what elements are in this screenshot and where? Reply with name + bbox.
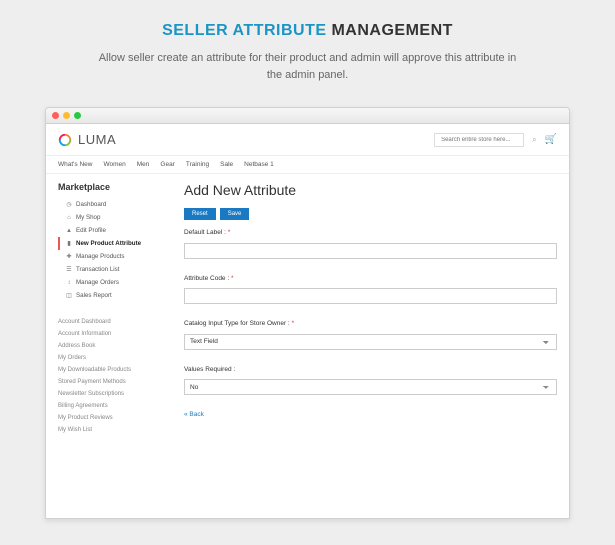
products-icon: ✚ <box>66 254 72 260</box>
sidebar-item[interactable]: ↕ Manage Orders <box>58 276 168 289</box>
hero-subtitle: Allow seller create an attribute for the… <box>98 50 518 83</box>
nav-item[interactable]: Netbase 1 <box>244 161 274 168</box>
sidebar-item[interactable]: ⌂ My Shop <box>58 211 168 224</box>
nav-item[interactable]: Sale <box>220 161 233 168</box>
account-item[interactable]: Account Information <box>58 328 168 340</box>
sidebar-item-label: Transaction List <box>76 266 119 273</box>
nav-item[interactable]: Training <box>186 161 209 168</box>
report-icon: ◫ <box>66 293 72 299</box>
nav-item[interactable]: Women <box>103 161 125 168</box>
search-input[interactable] <box>434 133 524 147</box>
account-item[interactable]: Newsletter Subscriptions <box>58 388 168 400</box>
dashboard-icon: ◷ <box>66 202 72 208</box>
values-required-label: Values Required : <box>184 366 235 373</box>
cart-icon[interactable]: 🛒 <box>545 134 557 145</box>
logo-text: LUMA <box>78 132 116 147</box>
sidebar-item-label: Manage Products <box>76 253 125 260</box>
maximize-icon[interactable] <box>74 112 81 119</box>
main-nav: What's New Women Men Gear Training Sale Netbas… <box>46 156 569 174</box>
sidebar-item-label: My Shop <box>76 214 100 221</box>
minimize-icon[interactable] <box>63 112 70 119</box>
topbar: LUMA ⌕ 🛒 <box>46 124 569 156</box>
logo-icon <box>58 133 72 147</box>
nav-item[interactable]: Men <box>137 161 150 168</box>
orders-icon: ↕ <box>66 280 72 286</box>
sidebar-item[interactable]: ▮ New Product Attribute <box>58 237 168 250</box>
nav-item[interactable]: What's New <box>58 161 92 168</box>
sidebar-title: Marketplace <box>58 182 168 192</box>
account-item[interactable]: Billing Agreements <box>58 400 168 412</box>
default-label-input[interactable] <box>184 243 557 259</box>
back-link[interactable]: « Back <box>184 411 204 418</box>
user-icon: ▲ <box>66 228 72 234</box>
sidebar: Marketplace ◷ Dashboard ⌂ My Shop ▲ Edit Prof… <box>58 182 168 436</box>
sidebar-item[interactable]: ▲ Edit Profile <box>58 224 168 237</box>
sidebar-item-label: Sales Report <box>76 292 112 299</box>
values-required-select[interactable]: No <box>184 379 557 395</box>
account-item[interactable]: Address Book <box>58 340 168 352</box>
sidebar-item[interactable]: ◫ Sales Report <box>58 289 168 302</box>
sidebar-item[interactable]: ☰ Transaction List <box>58 263 168 276</box>
close-icon[interactable] <box>52 112 59 119</box>
window-titlebar <box>46 108 569 124</box>
attribute-code-input[interactable] <box>184 288 557 304</box>
sidebar-item-label: Manage Orders <box>76 279 119 286</box>
input-type-label: Catalog Input Type for Store Owner : * <box>184 320 294 327</box>
account-item[interactable]: My Orders <box>58 352 168 364</box>
sidebar-item[interactable]: ◷ Dashboard <box>58 198 168 211</box>
attribute-icon: ▮ <box>66 241 72 247</box>
hero-title: SELLER ATTRIBUTE MANAGEMENT <box>40 22 575 40</box>
hero-title-rest: MANAGEMENT <box>331 22 452 39</box>
content: Add New Attribute Reset Save Default Lab… <box>184 182 557 436</box>
list-icon: ☰ <box>66 267 72 273</box>
default-label-label: Default Label : * <box>184 229 230 236</box>
nav-item[interactable]: Gear <box>160 161 174 168</box>
attribute-code-label: Attribute Code : * <box>184 275 234 282</box>
account-item[interactable]: My Wish List <box>58 424 168 436</box>
account-item[interactable]: Account Dashboard <box>58 316 168 328</box>
input-type-select[interactable]: Text Field <box>184 334 557 350</box>
search-icon[interactable]: ⌕ <box>532 135 536 145</box>
account-item[interactable]: Stored Payment Methods <box>58 376 168 388</box>
page-title: Add New Attribute <box>184 182 557 198</box>
hero-title-accent: SELLER ATTRIBUTE <box>162 22 326 39</box>
home-icon: ⌂ <box>66 215 72 221</box>
app-window: LUMA ⌕ 🛒 What's New Women Men Gear Training S… <box>45 107 570 519</box>
sidebar-item-label: Dashboard <box>76 201 106 208</box>
sidebar-item[interactable]: ✚ Manage Products <box>58 250 168 263</box>
sidebar-item-label: Edit Profile <box>76 227 106 234</box>
save-button[interactable]: Save <box>220 208 250 220</box>
account-item[interactable]: My Downloadable Products <box>58 364 168 376</box>
sidebar-item-label: New Product Attribute <box>76 240 141 247</box>
logo[interactable]: LUMA <box>58 132 116 147</box>
account-item[interactable]: My Product Reviews <box>58 412 168 424</box>
reset-button[interactable]: Reset <box>184 208 216 220</box>
